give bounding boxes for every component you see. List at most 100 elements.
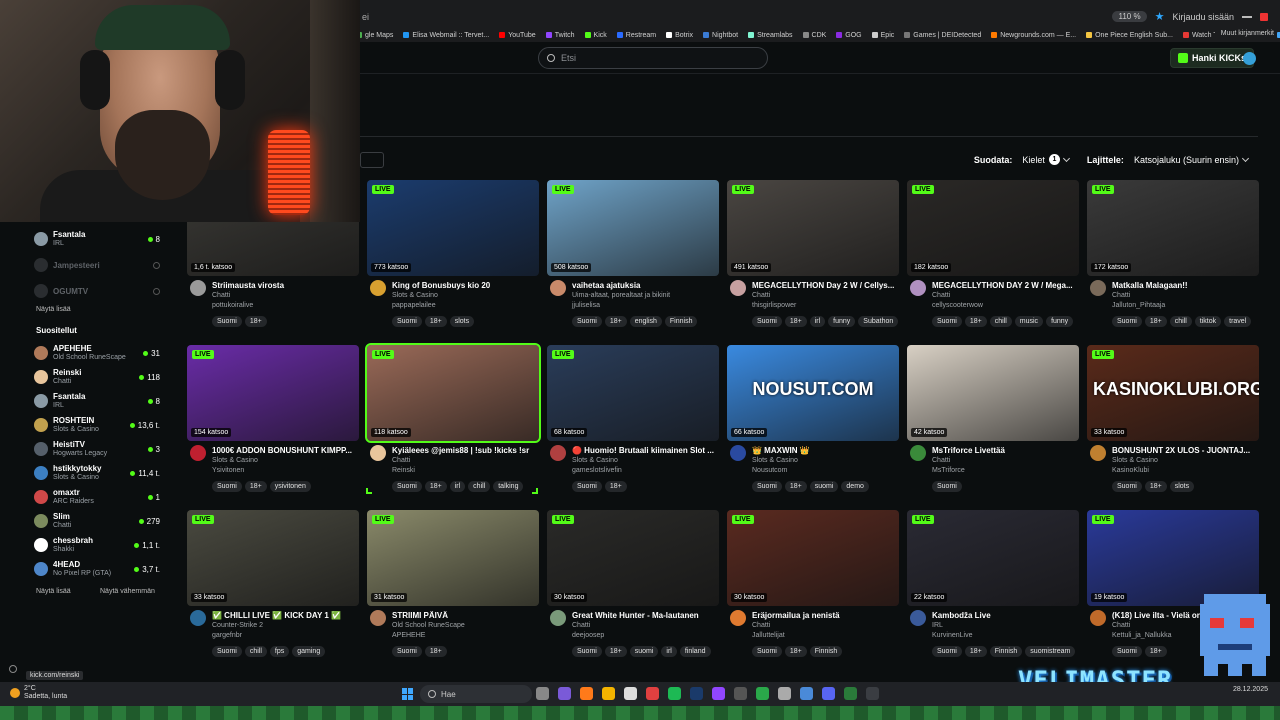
stream-title[interactable]: MEGACELLYTHON Day 2 W / Cellys... <box>752 281 899 290</box>
stream-tag[interactable]: suomi <box>629 646 659 657</box>
streamer-name[interactable]: MsTriforce <box>932 467 965 474</box>
stream-tag[interactable]: Suomi <box>932 481 962 492</box>
streamer-name[interactable]: KasinoKlubi <box>1112 467 1149 474</box>
stream-title[interactable]: Matkalla Malagaan!! <box>1112 281 1259 290</box>
stream-tag[interactable]: 18+ <box>604 481 627 492</box>
stream-tag[interactable]: music <box>1014 316 1044 327</box>
stream-tag[interactable]: Suomi <box>392 481 422 492</box>
stream-thumbnail[interactable]: LIVE 30 katsoo <box>547 510 719 606</box>
stream-category[interactable]: Chatti <box>1112 622 1130 629</box>
stream-thumbnail[interactable]: LIVE 154 katsoo <box>187 345 359 441</box>
bookmark-item[interactable]: Kick <box>584 32 607 39</box>
stream-tag[interactable]: suomistream <box>1025 646 1076 657</box>
stream-tag[interactable]: fps <box>269 646 290 657</box>
stream-tag[interactable]: gaming <box>292 646 326 657</box>
sidebar-channel-item[interactable]: ROSHTEIN Slots & Casino 13,6 t. <box>34 414 160 436</box>
stream-tag[interactable]: 18+ <box>1144 481 1167 492</box>
stream-card[interactable]: LIVE 30 katsoo Great White Hunter - Ma-lau… <box>547 510 719 666</box>
show-more-recommended[interactable]: Näytä lisää <box>36 588 71 595</box>
streamer-avatar[interactable] <box>730 610 746 626</box>
weather-widget[interactable]: 2°C Sadetta, lunta <box>10 685 67 701</box>
firefox-icon[interactable] <box>580 687 593 700</box>
streamer-avatar[interactable] <box>730 280 746 296</box>
stream-tag[interactable]: Subathon <box>858 316 899 327</box>
filter-toggle[interactable] <box>360 152 384 168</box>
signin-button[interactable]: Kirjaudu sisään <box>1172 12 1234 22</box>
stream-tag[interactable]: Suomi <box>392 316 422 327</box>
stream-category[interactable]: Old School RuneScape <box>392 622 465 629</box>
stream-card[interactable]: LIVE 31 katsoo STRIIMI PÄIVÄ Old School Run… <box>367 510 539 666</box>
stream-category[interactable]: Chatti <box>572 622 590 629</box>
stream-thumbnail[interactable]: NOUSUT.COM 66 katsoo <box>727 345 899 441</box>
streamer-avatar[interactable] <box>550 610 566 626</box>
stream-tag[interactable]: Suomi <box>572 481 602 492</box>
sidebar-channel-item[interactable]: OGUMTV <box>34 280 160 302</box>
streamer-avatar[interactable] <box>1090 445 1106 461</box>
stream-tag[interactable]: Finnish <box>664 316 698 327</box>
stream-category[interactable]: Slots & Casino <box>572 457 618 464</box>
sidebar-channel-item[interactable]: omaxtr ARC Raiders 1 <box>34 486 160 508</box>
stream-tag[interactable]: Suomi <box>752 481 782 492</box>
stream-tag[interactable]: 18+ <box>244 316 267 327</box>
streamer-name[interactable]: pappapelailee <box>392 302 436 309</box>
app-icon[interactable] <box>712 687 725 700</box>
discord-icon[interactable] <box>822 687 835 700</box>
tab-title-fragment[interactable]: ei <box>362 12 369 22</box>
stream-card[interactable]: LIVE 22 katsoo Kambodža Live IRL KurvinenLiv… <box>907 510 1079 666</box>
bookmark-item[interactable]: CDK <box>802 32 826 39</box>
stream-category[interactable]: Chatti <box>752 292 770 299</box>
sidebar-channel-item[interactable]: HeistiTV Hogwarts Legacy 3 <box>34 438 160 460</box>
stream-tag[interactable]: slots <box>1169 481 1195 492</box>
streamer-avatar[interactable] <box>550 445 566 461</box>
streamer-name[interactable]: Nousutcom <box>752 467 787 474</box>
stream-card[interactable]: NOUSUT.COM 66 katsoo 👑 MAXWIN 👑 Slots & Cas… <box>727 345 899 501</box>
sidebar-channel-item[interactable]: Reinski Chatti 118 <box>34 366 160 388</box>
stream-tag[interactable]: 18+ <box>1144 316 1167 327</box>
bookmark-item[interactable]: Elisa Webmail :: Tervet... <box>403 32 489 39</box>
stream-title[interactable]: Great White Hunter - Ma-lautanen <box>572 611 719 620</box>
stream-tag[interactable]: Finnish <box>809 646 843 657</box>
stream-title[interactable]: BONUSHUNT 2X ULOS - JUONTAJ... <box>1112 446 1259 455</box>
streamer-name[interactable]: Kettuli_ja_Nallukka <box>1112 632 1172 639</box>
stream-tag[interactable]: 18+ <box>784 481 807 492</box>
stream-tag[interactable]: 18+ <box>964 316 987 327</box>
stream-tag[interactable]: Finnish <box>989 646 1023 657</box>
stream-card[interactable]: LIVE 491 katsoo MEGACELLYTHON Day 2 W / Ce… <box>727 180 899 336</box>
bookmark-item[interactable]: Nightbot <box>703 32 738 39</box>
stream-category[interactable]: Uima-altaat, porealtaat ja bikinit <box>572 292 670 299</box>
bookmark-item[interactable]: GOG <box>836 32 862 39</box>
search-box[interactable] <box>538 47 768 69</box>
stream-title[interactable]: vaihetaa ajatuksia <box>572 281 719 290</box>
sidebar-channel-item[interactable]: hstikkytokky Slots & Casino 11,4 t. <box>34 462 160 484</box>
close-icon[interactable] <box>1260 12 1268 21</box>
streamer-avatar[interactable] <box>910 610 926 626</box>
file-explorer-icon[interactable] <box>602 687 615 700</box>
streamer-avatar[interactable] <box>910 445 926 461</box>
taskbar-search[interactable]: Hae <box>420 685 532 703</box>
streamer-name[interactable]: pottukoiralive <box>212 302 253 309</box>
stream-tag[interactable]: Suomi <box>572 646 602 657</box>
stream-tag[interactable]: 18+ <box>1144 646 1167 657</box>
stream-tag[interactable]: chill <box>244 646 267 657</box>
stream-thumbnail[interactable]: LIVE 491 katsoo <box>727 180 899 276</box>
streamer-name[interactable]: cellyscooterwow <box>932 302 983 309</box>
xbox-icon[interactable] <box>756 687 769 700</box>
stream-tag[interactable]: Suomi <box>392 646 422 657</box>
user-avatar[interactable] <box>1243 52 1256 65</box>
streamer-name[interactable]: KurvinenLive <box>932 632 972 639</box>
streamer-avatar[interactable] <box>190 280 206 296</box>
streamer-name[interactable]: gargefnbr <box>212 632 242 639</box>
stream-title[interactable]: Striimausta virosta <box>212 281 359 290</box>
stream-tag[interactable]: Suomi <box>212 646 242 657</box>
stream-tag[interactable]: Suomi <box>932 316 962 327</box>
stream-title[interactable]: 👑 MAXWIN 👑 <box>752 446 899 455</box>
stream-thumbnail[interactable]: LIVE 182 katsoo <box>907 180 1079 276</box>
stream-category[interactable]: Slots & Casino <box>212 457 258 464</box>
other-bookmarks[interactable]: Muut kirjanmerkit <box>1214 30 1274 37</box>
languages-dropdown[interactable]: Kielet 1 <box>1018 152 1073 167</box>
stream-thumbnail[interactable]: LIVE KASINOKLUBI.ORG 33 katsoo <box>1087 345 1259 441</box>
stream-tag[interactable]: chill <box>1169 316 1192 327</box>
taskview-icon[interactable] <box>536 687 549 700</box>
stream-tag[interactable]: 18+ <box>424 646 447 657</box>
streamer-avatar[interactable] <box>730 445 746 461</box>
